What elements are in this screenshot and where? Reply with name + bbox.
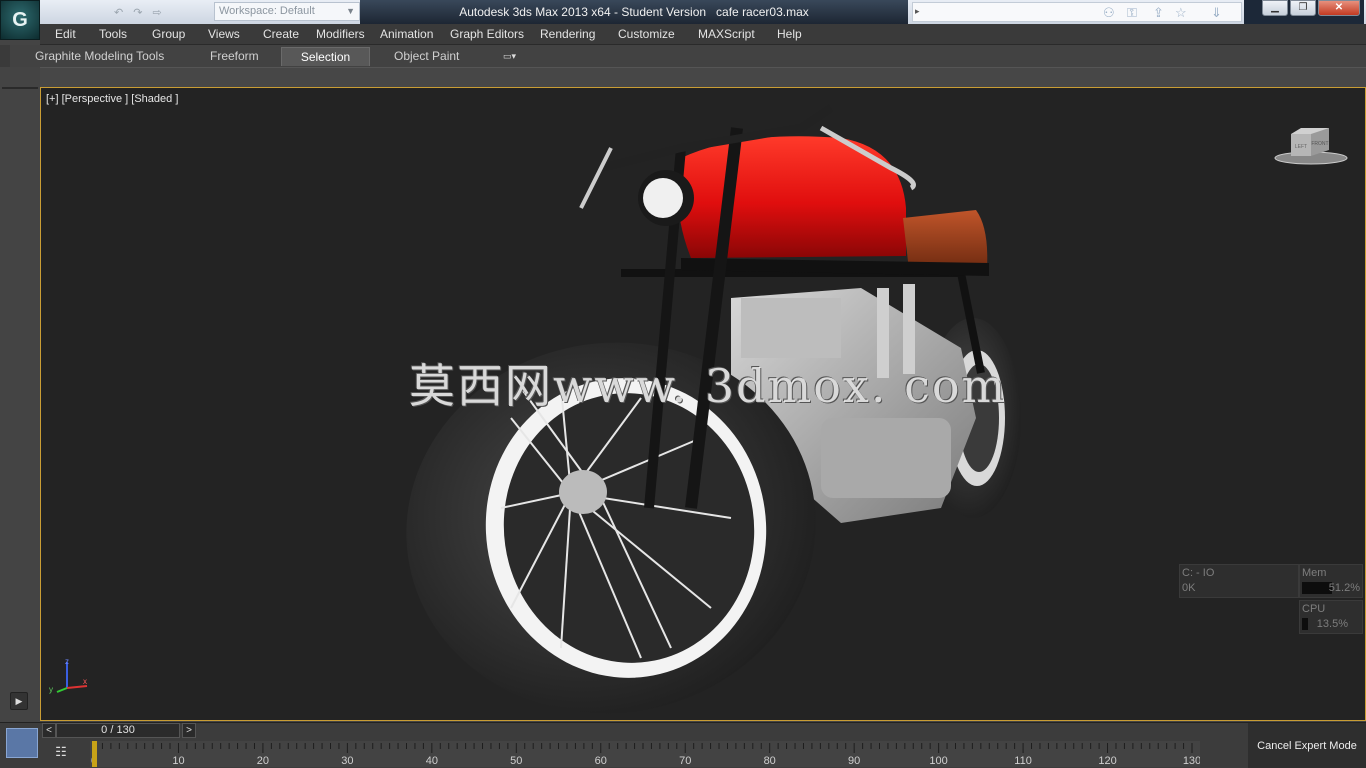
app-logo-text: G xyxy=(12,8,28,31)
track-ticks: 0102030405060708090100110120130 xyxy=(91,741,1200,767)
io-stat-panel: C: - IO 0K xyxy=(1179,564,1299,598)
viewport-label[interactable]: [+] [Perspective ] [Shaded ] xyxy=(46,93,178,105)
tick-label: 100 xyxy=(929,755,947,767)
axis-x-label: x xyxy=(83,677,87,686)
track-bar[interactable]: 0102030405060708090100110120130 xyxy=(90,741,1200,767)
time-next-button[interactable]: > xyxy=(182,723,196,738)
chevron-down-icon: ▼ xyxy=(346,6,355,16)
maximize-button[interactable]: ❐ xyxy=(1290,0,1316,16)
mem-stat-panel: Mem 51.2% xyxy=(1299,564,1363,598)
tick-label: 30 xyxy=(341,755,353,767)
perspective-viewport[interactable]: [+] [Perspective ] [Shaded ] LEFT FRONT … xyxy=(40,87,1366,721)
time-prev-button[interactable]: < xyxy=(42,723,56,738)
window-title: Autodesk 3ds Max 2013 x64 - Student Vers… xyxy=(360,0,908,24)
cpu-stat-panel: CPU 13.5% xyxy=(1299,600,1363,634)
minimize-button[interactable]: ▁ xyxy=(1262,0,1288,16)
tick-label: 110 xyxy=(1014,755,1032,767)
tab-object-paint[interactable]: Object Paint xyxy=(382,47,471,66)
workspace-label: Workspace: Default xyxy=(219,5,315,17)
exchange-icon[interactable]: ⇪ xyxy=(1153,5,1164,21)
ribbon-tabs: Graphite Modeling Tools Freeform Selecti… xyxy=(0,45,1366,67)
menu-modifiers[interactable]: Modifiers xyxy=(316,27,365,41)
menu-tools[interactable]: Tools xyxy=(99,27,127,41)
key-icon[interactable]: ⚿ xyxy=(1127,5,1137,21)
ribbon-minimize-toggle[interactable]: ▭▾ xyxy=(503,51,527,61)
viewcube-front-face: FRONT xyxy=(1311,141,1328,147)
mem-usage-bar xyxy=(1302,582,1332,594)
menu-help[interactable]: Help xyxy=(777,27,802,41)
play-icon: ▸ xyxy=(915,6,920,16)
tab-selection[interactable]: Selection xyxy=(281,47,370,66)
tab-freeform[interactable]: Freeform xyxy=(198,47,271,66)
tick-label: 40 xyxy=(426,755,438,767)
menu-create[interactable]: Create xyxy=(263,27,299,41)
current-frame-marker xyxy=(92,741,97,767)
mem-label: Mem xyxy=(1302,567,1327,579)
track-bar-icon[interactable]: ☷ xyxy=(50,744,72,764)
seat xyxy=(903,210,988,270)
cancel-expert-mode-button[interactable]: Cancel Expert Mode xyxy=(1248,723,1366,768)
viewcube-left-face: LEFT xyxy=(1295,144,1307,150)
tick-label: 90 xyxy=(848,755,860,767)
ribbon-grip xyxy=(0,45,10,67)
menu-graph-editors[interactable]: Graph Editors xyxy=(450,27,524,41)
star-icon[interactable]: ☆ xyxy=(1175,5,1187,21)
axis-z-label: z xyxy=(65,657,69,666)
binoculars-icon[interactable]: ⚇ xyxy=(1103,5,1115,21)
menu-rendering[interactable]: Rendering xyxy=(540,27,595,41)
undo-icon[interactable]: ↶ xyxy=(114,6,123,19)
cpu-value: 13.5% xyxy=(1316,618,1348,630)
help-icon[interactable]: ⇓ xyxy=(1211,5,1222,21)
expand-toolbar-button[interactable]: ▶ xyxy=(10,692,28,710)
cpu-label: CPU xyxy=(1302,603,1326,615)
menu-views[interactable]: Views xyxy=(208,27,240,41)
app-title: Autodesk 3ds Max 2013 x64 - Student Vers… xyxy=(459,5,707,19)
tick-label: 20 xyxy=(257,755,269,767)
maxscript-mini-listener[interactable] xyxy=(6,728,38,758)
window-controls: ▁ ❐ ✕ xyxy=(1244,0,1364,24)
tick-label: 80 xyxy=(764,755,776,767)
workspace-dropdown[interactable]: Workspace: Default ▼ xyxy=(214,2,360,21)
menu-group[interactable]: Group xyxy=(152,27,185,41)
axis-tripod: z x y xyxy=(49,657,88,694)
watermark-text: 莫西网www. 3dmox. com xyxy=(409,359,1008,413)
close-button[interactable]: ✕ xyxy=(1318,0,1360,16)
info-center: ▸ ⚇ ⚿ ⇪ ☆ ⇓ xyxy=(912,2,1242,22)
mem-value: 51.2% xyxy=(1328,582,1360,594)
redo-icon[interactable]: ↷ xyxy=(133,6,142,19)
cpu-usage-bar xyxy=(1302,618,1309,630)
menu-bar: Edit Tools Group Views Create Modifiers … xyxy=(40,24,1366,45)
tick-label: 10 xyxy=(172,755,184,767)
menu-edit[interactable]: Edit xyxy=(55,27,76,41)
menu-maxscript[interactable]: MAXScript xyxy=(698,27,755,41)
io-value: 0K xyxy=(1182,582,1196,594)
time-slider[interactable]: 0 / 130 xyxy=(56,723,180,738)
title-bar: G ↶ ↷ ⇨ Workspace: Default ▼ Autodesk 3d… xyxy=(0,0,1366,40)
ribbon-panel-strip xyxy=(10,67,1366,87)
menu-animation[interactable]: Animation xyxy=(380,27,433,41)
viewcube-widget[interactable]: LEFT FRONT xyxy=(1271,124,1351,168)
tick-label: 60 xyxy=(595,755,607,767)
left-toolbar-strip xyxy=(0,67,40,723)
tick-label: 70 xyxy=(679,755,691,767)
tick-label: 50 xyxy=(510,755,522,767)
tab-graphite-modeling-tools[interactable]: Graphite Modeling Tools xyxy=(23,47,176,66)
file-name: cafe racer03.max xyxy=(716,5,809,19)
tick-label: 130 xyxy=(1183,755,1200,767)
io-label: C: - IO xyxy=(1182,567,1215,579)
menu-customize[interactable]: Customize xyxy=(618,27,675,41)
divider xyxy=(2,87,38,89)
tick-label: 120 xyxy=(1098,755,1116,767)
axis-y-label: y xyxy=(49,685,53,694)
app-logo-button[interactable]: G xyxy=(0,0,40,40)
hold-icon[interactable]: ⇨ xyxy=(152,6,161,19)
